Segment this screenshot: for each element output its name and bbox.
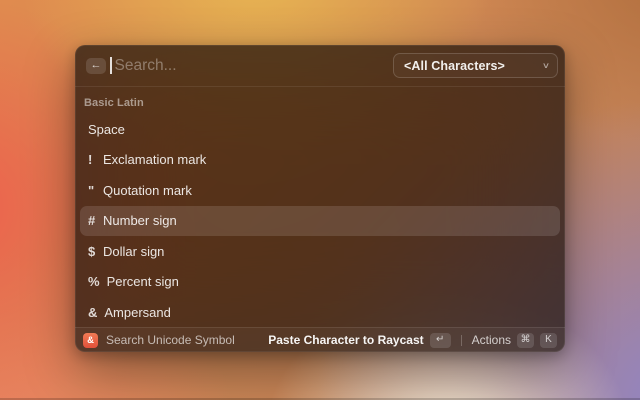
footer-divider [461, 335, 462, 346]
list-item[interactable]: " Quotation mark [80, 175, 560, 206]
extension-icon: & [83, 333, 98, 348]
command-key-icon: ⌘ [517, 333, 534, 348]
dropdown-value: <All Characters> [404, 59, 505, 73]
item-label: Space [88, 122, 125, 137]
characters-dropdown[interactable]: <All Characters> ∨ [393, 53, 558, 78]
back-button[interactable]: ← [86, 58, 106, 74]
section-header: Basic Latin [80, 91, 560, 114]
extension-icon-glyph: & [87, 335, 94, 346]
item-label: Ampersand [104, 305, 170, 320]
item-symbol: % [88, 274, 100, 289]
list-item[interactable]: Space [80, 114, 560, 145]
item-symbol: $ [88, 244, 96, 259]
list-item[interactable]: ! Exclamation mark [80, 145, 560, 176]
item-symbol: & [88, 305, 97, 320]
status-bar: & Search Unicode Symbol Paste Character … [75, 327, 565, 352]
item-symbol: " [88, 183, 96, 198]
extension-name: Search Unicode Symbol [106, 333, 235, 347]
primary-action-button[interactable]: Paste Character to Raycast ↵ [268, 333, 450, 348]
search-input[interactable] [114, 57, 394, 75]
item-symbol: # [88, 213, 96, 228]
item-label: Dollar sign [103, 244, 164, 259]
raycast-window: ← <All Characters> ∨ Basic Latin Space !… [75, 45, 565, 352]
actions-button[interactable]: Actions ⌘ K [472, 333, 557, 348]
actions-label: Actions [472, 333, 511, 347]
k-key: K [540, 333, 557, 348]
item-label: Percent sign [107, 274, 179, 289]
back-icon: ← [91, 60, 102, 71]
primary-action-label: Paste Character to Raycast [268, 333, 423, 347]
results-list: Basic Latin Space ! Exclamation mark " Q… [75, 87, 565, 327]
item-label: Quotation mark [103, 183, 192, 198]
list-item[interactable]: $ Dollar sign [80, 236, 560, 267]
list-item-selected[interactable]: # Number sign [80, 206, 560, 237]
item-label: Exclamation mark [103, 152, 206, 167]
chevron-down-icon: ∨ [542, 61, 550, 70]
item-label: Number sign [103, 213, 177, 228]
text-caret [110, 57, 112, 74]
search-bar: ← <All Characters> ∨ [75, 45, 565, 87]
return-key-icon: ↵ [430, 333, 451, 348]
item-symbol: ! [88, 152, 96, 167]
list-item[interactable]: & Ampersand [80, 297, 560, 327]
list-item[interactable]: % Percent sign [80, 267, 560, 298]
